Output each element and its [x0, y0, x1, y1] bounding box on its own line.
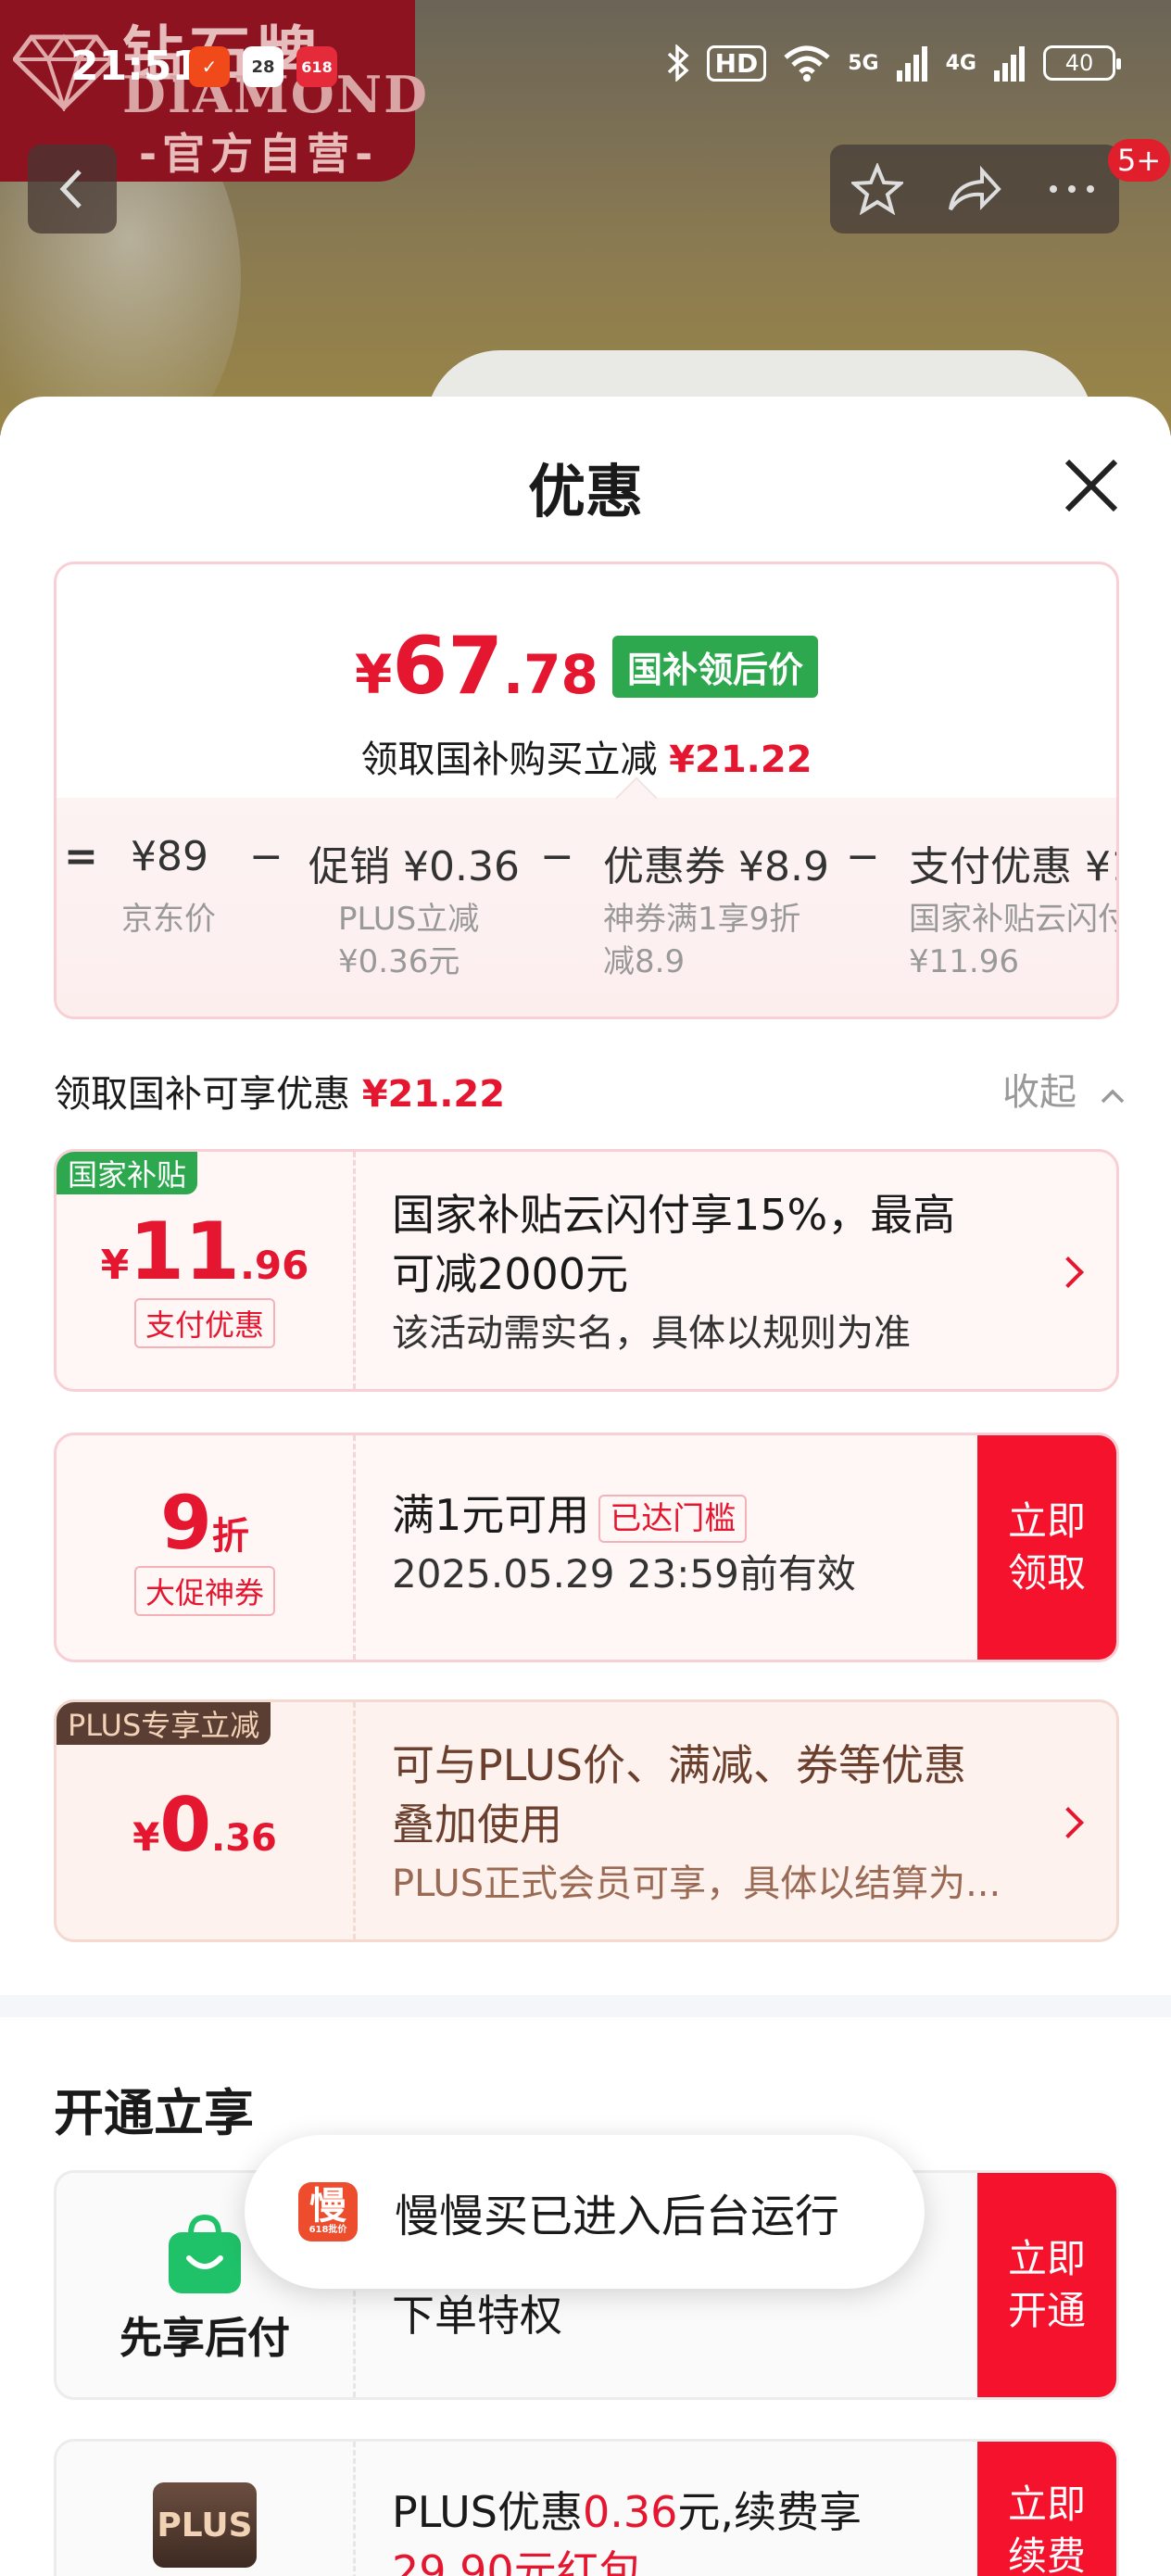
formula-pay-line2: ¥11.96: [909, 943, 1019, 980]
threshold-reached-tag: 已达门槛: [598, 1494, 748, 1543]
final-price-row: ¥67.78 国补领后价: [57, 620, 1116, 713]
payment-discount-pill: 支付优惠: [133, 1298, 275, 1348]
formula-coupon: 优惠券 ¥8.9: [603, 843, 829, 890]
status-app-icons: ✓ 28 618: [189, 46, 337, 87]
plus-renew-left: PLUS: [57, 2442, 353, 2576]
coupon-expiry: 2025.05.29 23:59前有效: [392, 1551, 856, 1597]
more-icon[interactable]: [1046, 180, 1098, 198]
subsidy-card-text: 国家补贴云闪付享15%，最高 可减2000元 该活动需实名，具体以规则为准: [392, 1185, 955, 1363]
coupon-card-text: 满1元可用 已达门槛 2025.05.29 23:59前有效: [392, 1485, 856, 1604]
subsidy-payment-card[interactable]: 国家补贴 ¥11.96 支付优惠 国家补贴云闪付享15%，最高 可减2000元 …: [54, 1149, 1119, 1392]
card-divider: [353, 1702, 356, 1939]
formula-jd-price-label: 京东价: [121, 901, 216, 938]
status-time: 21:51: [70, 43, 201, 90]
card-divider: [353, 2442, 356, 2576]
status-bar: 21:51 ✓ 28 618 HD 5G 4G 40: [0, 0, 1171, 139]
subsidy-line1: 国家补贴云闪付享15%，最高: [392, 1190, 956, 1240]
manmanmai-app-icon: 慢 618批价: [298, 2182, 358, 2241]
app-notification-icon: ✓: [189, 46, 230, 87]
subsidy-summary: 领取国补可享优惠 ¥21.22: [54, 1073, 506, 1116]
coupon-line1: 满1元可用 已达门槛: [392, 1485, 856, 1545]
renew-plus-button[interactable]: 立即 续费: [977, 2442, 1116, 2576]
coupon-card-amount-area: 9折 大促神券: [57, 1435, 353, 1660]
formula-minus-2: −: [540, 833, 574, 880]
claim-coupon-button[interactable]: 立即 领取: [977, 1435, 1116, 1660]
plus-card-amount-area: PLUS专享立减 ¥0.36: [57, 1702, 353, 1939]
hd-icon: HD: [706, 44, 767, 82]
plus-renew-text: PLUS优惠0.36元,续费享 29.90元红包: [392, 2487, 862, 2576]
signal-5g-label: 5G: [848, 51, 879, 75]
section-separator: [0, 1995, 1171, 2017]
plus-renew-card: PLUS PLUS优惠0.36元,续费享 29.90元红包 立即 续费: [54, 2439, 1119, 2576]
coupon-type-pill: 大促神券: [133, 1566, 275, 1616]
open-section-title: 开通立享: [54, 2084, 254, 2142]
battery-icon: 40: [1043, 45, 1121, 81]
card-divider: [353, 1152, 356, 1389]
activate-pay-later-button[interactable]: 立即 开通: [977, 2173, 1116, 2397]
collapse-toggle[interactable]: 收起: [1002, 1062, 1126, 1116]
formula-equals: =: [64, 833, 98, 880]
coupon-card: 9折 大促神券 满1元可用 已达门槛 2025.05.29 23:59前有效 立即…: [54, 1433, 1119, 1662]
plus-line1: 可与PLUS价、满减、券等优惠: [392, 1740, 966, 1790]
plus-corner-label: PLUS专享立减: [57, 1702, 271, 1745]
formula-promo-line2: ¥0.36元: [338, 943, 460, 980]
chevron-right-icon: [1052, 1807, 1084, 1838]
plus-discount-card[interactable]: PLUS专享立减 ¥0.36 可与PLUS价、满减、券等优惠 叠加使用 PLUS…: [54, 1699, 1119, 1942]
close-icon[interactable]: [1054, 448, 1128, 523]
formula-minus-1: −: [249, 833, 283, 880]
signal-5g-icon: [896, 46, 927, 82]
plus-line3: PLUS正式会员可享，具体以结算为...: [392, 1863, 1001, 1905]
message-count-badge: 5+: [1108, 139, 1171, 182]
plus-logo-icon: PLUS: [153, 2482, 257, 2568]
signal-4g-label: 4G: [945, 51, 976, 75]
formula-pay: 支付优惠 ¥11.96: [909, 843, 1116, 890]
plus-amount: ¥0.36: [132, 1782, 277, 1868]
chevron-up-icon: [1101, 1089, 1124, 1104]
signal-4g-icon: [994, 46, 1025, 82]
shopping-bag-icon: [169, 2214, 241, 2293]
formula-jd-price: ¥89: [131, 833, 208, 880]
share-icon[interactable]: [947, 163, 1002, 215]
sheet-title: 优惠: [527, 458, 643, 525]
subsidy-card-amount-area: 国家补贴 ¥11.96 支付优惠: [57, 1152, 353, 1389]
subsidy-line3: 该活动需实名，具体以规则为准: [392, 1312, 911, 1355]
formula-promo-line1: PLUS立减: [338, 901, 480, 938]
formula-coupon-line1: 神券满1享9折: [603, 901, 801, 938]
wifi-icon: [784, 45, 830, 82]
back-button[interactable]: [28, 145, 117, 234]
status-indicators: HD 5G 4G 40: [666, 44, 1121, 82]
subsidy-price-tag: 国补领后价: [611, 635, 818, 698]
chevron-right-icon: [1052, 1256, 1084, 1288]
final-price: ¥67.78: [355, 620, 598, 713]
price-breakdown-box: ¥67.78 国补领后价 领取国补购买立减 ¥21.22 = ¥89 京东价 −…: [54, 562, 1119, 1019]
shopping-app-icon: 618: [296, 46, 337, 87]
subsidy-discount-line: 领取国补购买立减 ¥21.22: [360, 739, 812, 781]
formula-pay-line1: 国家补贴云闪付: [909, 901, 1119, 938]
formula-promo: 促销 ¥0.36: [308, 843, 520, 890]
chevron-left-icon: [59, 170, 82, 208]
subsidy-corner-label: 国家补贴: [57, 1152, 198, 1194]
card-divider: [353, 1435, 356, 1660]
plus-card-text: 可与PLUS价、满减、券等优惠 叠加使用 PLUS正式会员可享，具体以结算为..…: [392, 1736, 1001, 1913]
background-running-toast: 慢 618批价 慢慢买已进入后台运行: [245, 2135, 925, 2289]
plus-line2: 叠加使用: [392, 1799, 562, 1850]
favorite-star-icon[interactable]: [851, 163, 904, 215]
pay-later-label: 先享后付: [120, 2313, 290, 2363]
calendar-icon: 28: [243, 46, 283, 87]
formula-coupon-line2: 减8.9: [603, 943, 686, 980]
subsidy-line2: 可减2000元: [392, 1249, 629, 1299]
formula-minus-3: −: [846, 833, 880, 880]
bluetooth-icon: [667, 44, 689, 82]
top-action-group: [830, 145, 1119, 234]
toast-text: 慢慢买已进入后台运行: [395, 2191, 840, 2242]
pay-later-line2: 下单特权: [392, 2291, 562, 2341]
subsidy-amount: ¥11.96: [100, 1206, 309, 1298]
coupon-discount: 9折: [160, 1480, 249, 1566]
